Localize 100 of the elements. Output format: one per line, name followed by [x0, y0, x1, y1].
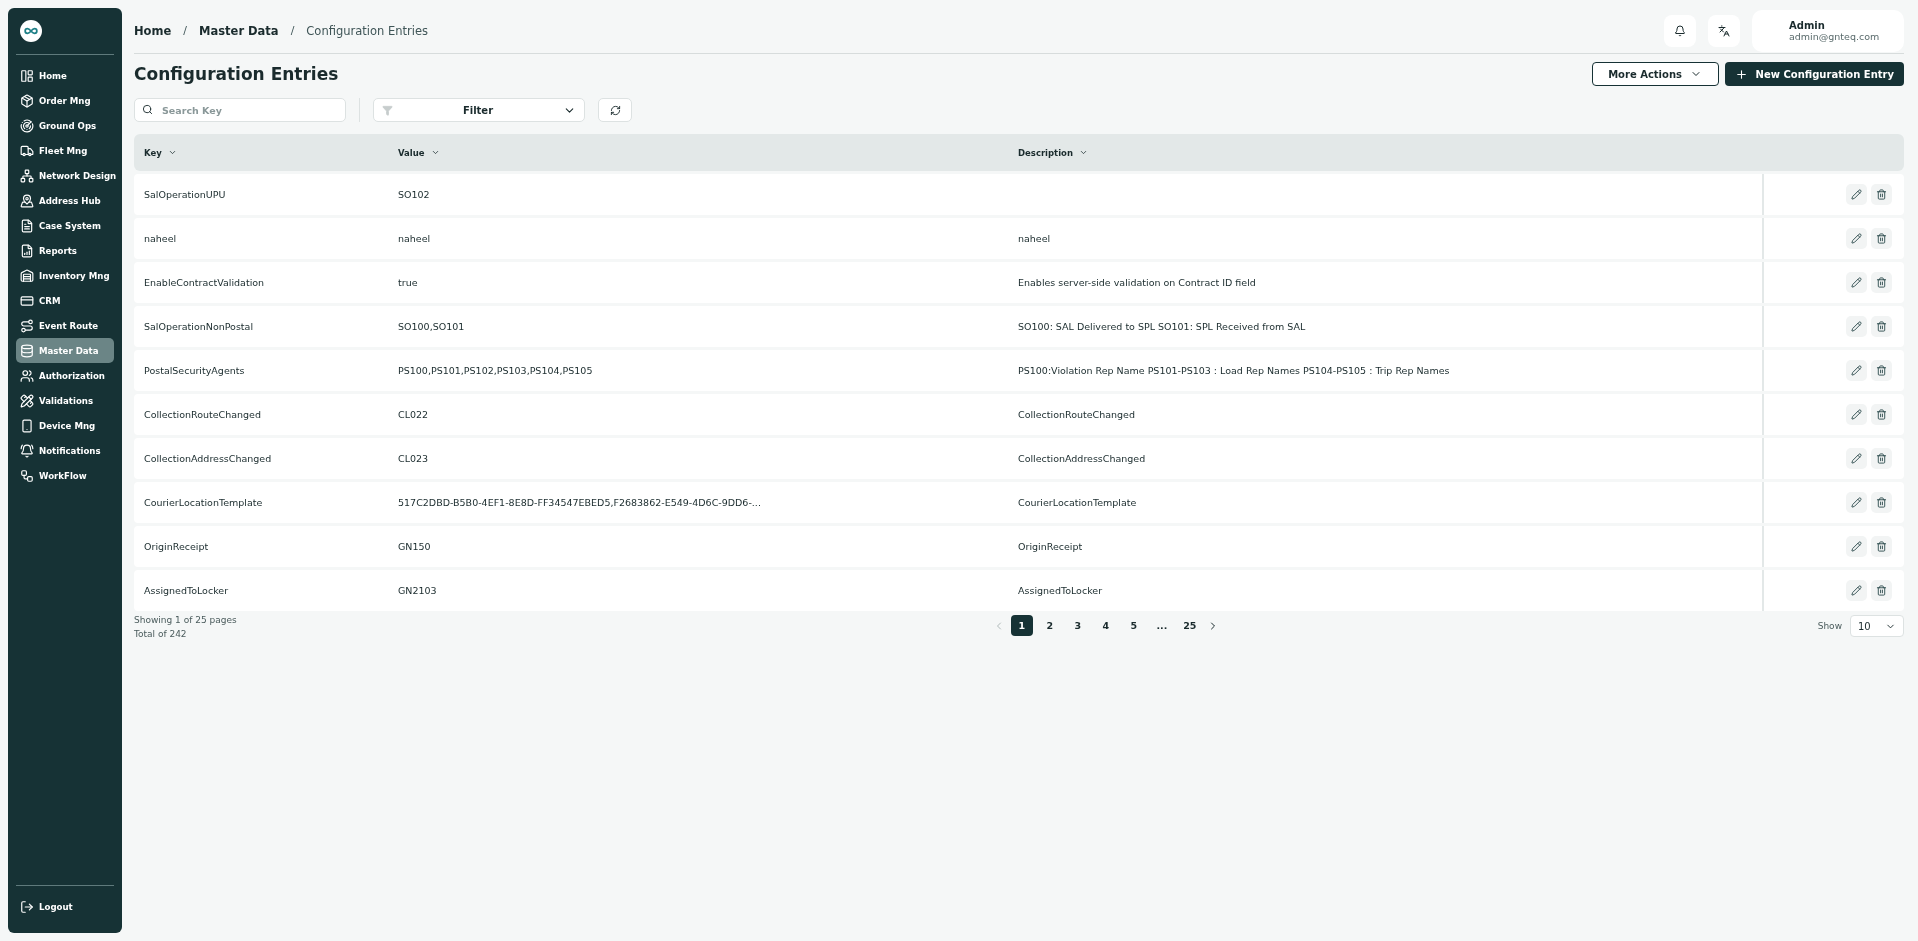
breadcrumb-separator: / [183, 24, 188, 37]
trash-icon [1876, 453, 1887, 464]
funnel-icon [382, 104, 393, 116]
pencil-icon [1851, 497, 1862, 508]
logo-icon [20, 20, 42, 42]
delete-button[interactable] [1871, 536, 1892, 557]
delete-button[interactable] [1871, 404, 1892, 425]
delete-button[interactable] [1871, 580, 1892, 601]
sidebar-item[interactable]: Order Mng [16, 88, 114, 113]
bell-icon [20, 443, 34, 458]
pencil-icon [1851, 409, 1862, 420]
edit-button[interactable] [1846, 536, 1867, 557]
delete-button[interactable] [1871, 448, 1892, 469]
edit-button[interactable] [1846, 448, 1867, 469]
table-cell-text: SO100: SAL Delivered to SPL SO101: SPL Received from SAL [1017, 321, 1307, 332]
pencil-ruler-icon [20, 393, 34, 408]
edit-button[interactable] [1846, 492, 1867, 513]
sidebar-item[interactable]: Address Hub [16, 188, 114, 213]
user-card[interactable]: Admin admin@gnteq.com [1752, 9, 1904, 52]
sidebar-item[interactable]: Inventory Mng [16, 263, 114, 288]
delete-button[interactable] [1871, 316, 1892, 337]
trash-icon [1876, 409, 1887, 420]
workflow-icon [20, 468, 34, 483]
sidebar-item[interactable]: Authorization [16, 363, 114, 388]
delete-button[interactable] [1871, 492, 1892, 513]
table-cell-text: true [397, 277, 419, 288]
edit-button[interactable] [1846, 580, 1867, 601]
trash-icon [1876, 585, 1887, 596]
page-size-select[interactable]: 10 [1850, 615, 1904, 637]
sidebar-item[interactable]: Master Data [16, 338, 114, 363]
pencil-icon [1851, 233, 1862, 244]
show-label: Show [1817, 621, 1842, 631]
page-button[interactable]: 25 [1178, 615, 1201, 636]
sidebar-item[interactable]: Fleet Mng [16, 138, 114, 163]
table-cell-text: PS100,PS101,PS102,PS103,PS104,PS105 [397, 365, 594, 376]
delete-button[interactable] [1871, 272, 1892, 293]
sidebar-item[interactable]: WorkFlow [16, 463, 114, 488]
pencil-icon [1851, 321, 1862, 332]
column-header[interactable]: Description [1008, 147, 1762, 158]
bell-icon [1674, 24, 1686, 37]
page-button[interactable]: 1 [1010, 615, 1033, 636]
edit-button[interactable] [1846, 184, 1867, 205]
breadcrumb-link[interactable]: Master Data [199, 23, 279, 38]
sidebar-item[interactable]: Case System [16, 213, 114, 238]
pencil-icon [1851, 453, 1862, 464]
table-cell-text: CollectionAddressChanged [1017, 453, 1147, 464]
notifications-button[interactable] [1664, 14, 1696, 47]
warehouse-icon [20, 268, 34, 283]
breadcrumb-link[interactable]: Home [134, 23, 172, 38]
report-icon [20, 243, 34, 258]
pencil-icon [1851, 541, 1862, 552]
package-icon [20, 93, 34, 108]
column-header[interactable]: Value [388, 147, 1008, 158]
table-cell-text: OriginReceipt [1017, 541, 1084, 552]
table-cell-text: Enables server-side validation on Contract ID field [1017, 277, 1257, 288]
page-button[interactable]: 3 [1066, 615, 1089, 636]
edit-button[interactable] [1846, 404, 1867, 425]
breadcrumb-link[interactable]: Configuration Entries [306, 23, 429, 38]
search-field[interactable]: Search Key [134, 98, 346, 122]
table-cell-text: CourierLocationTemplate [143, 497, 264, 508]
plus-icon [1734, 67, 1748, 81]
delete-button[interactable] [1871, 228, 1892, 249]
sidebar-item[interactable]: Ground Ops [16, 113, 114, 138]
filter-dropdown[interactable]: Filter [373, 98, 585, 122]
refresh-button[interactable] [598, 98, 632, 122]
user-name: Admin [1789, 19, 1826, 31]
sidebar-item[interactable]: Reports [16, 238, 114, 263]
page-button[interactable]: 4 [1094, 615, 1117, 636]
sidebar-item[interactable]: Validations [16, 388, 114, 413]
delete-button[interactable] [1871, 184, 1892, 205]
edit-button[interactable] [1846, 228, 1867, 249]
column-header[interactable]: Key [134, 147, 388, 158]
page-button[interactable]: 2 [1038, 615, 1061, 636]
truck-icon [20, 143, 34, 158]
delete-button[interactable] [1871, 360, 1892, 381]
document-icon [20, 218, 34, 233]
sidebar-item[interactable]: Home [16, 63, 114, 88]
page-button[interactable]: 5 [1122, 615, 1145, 636]
language-button[interactable] [1708, 14, 1740, 47]
more-actions-button[interactable]: More Actions [1591, 62, 1719, 86]
table-cell-text: SalOperationNonPostal [143, 321, 255, 332]
edit-button[interactable] [1846, 316, 1867, 337]
logout-link[interactable]: Logout [16, 894, 114, 919]
sidebar-item[interactable]: Device Mng [16, 413, 114, 438]
route-icon [20, 318, 34, 333]
sort-icon [1079, 148, 1088, 157]
sidebar-item[interactable]: CRM [16, 288, 114, 313]
new-entry-button[interactable]: New Configuration Entry [1724, 62, 1904, 86]
table-cell-text: CollectionAddressChanged [143, 453, 273, 464]
table-cell-text: EnableContractValidation [143, 277, 266, 288]
table-cell-text: naheel [397, 233, 432, 244]
table-cell-text: SO102 [397, 189, 431, 200]
sidebar-item[interactable]: Event Route [16, 313, 114, 338]
sidebar-item[interactable]: Notifications [16, 438, 114, 463]
network-icon [20, 168, 34, 183]
edit-button[interactable] [1846, 272, 1867, 293]
page-button[interactable]: ... [1150, 615, 1173, 636]
sidebar-item[interactable]: Network Design [16, 163, 114, 188]
sort-icon [430, 148, 440, 157]
edit-button[interactable] [1846, 360, 1867, 381]
